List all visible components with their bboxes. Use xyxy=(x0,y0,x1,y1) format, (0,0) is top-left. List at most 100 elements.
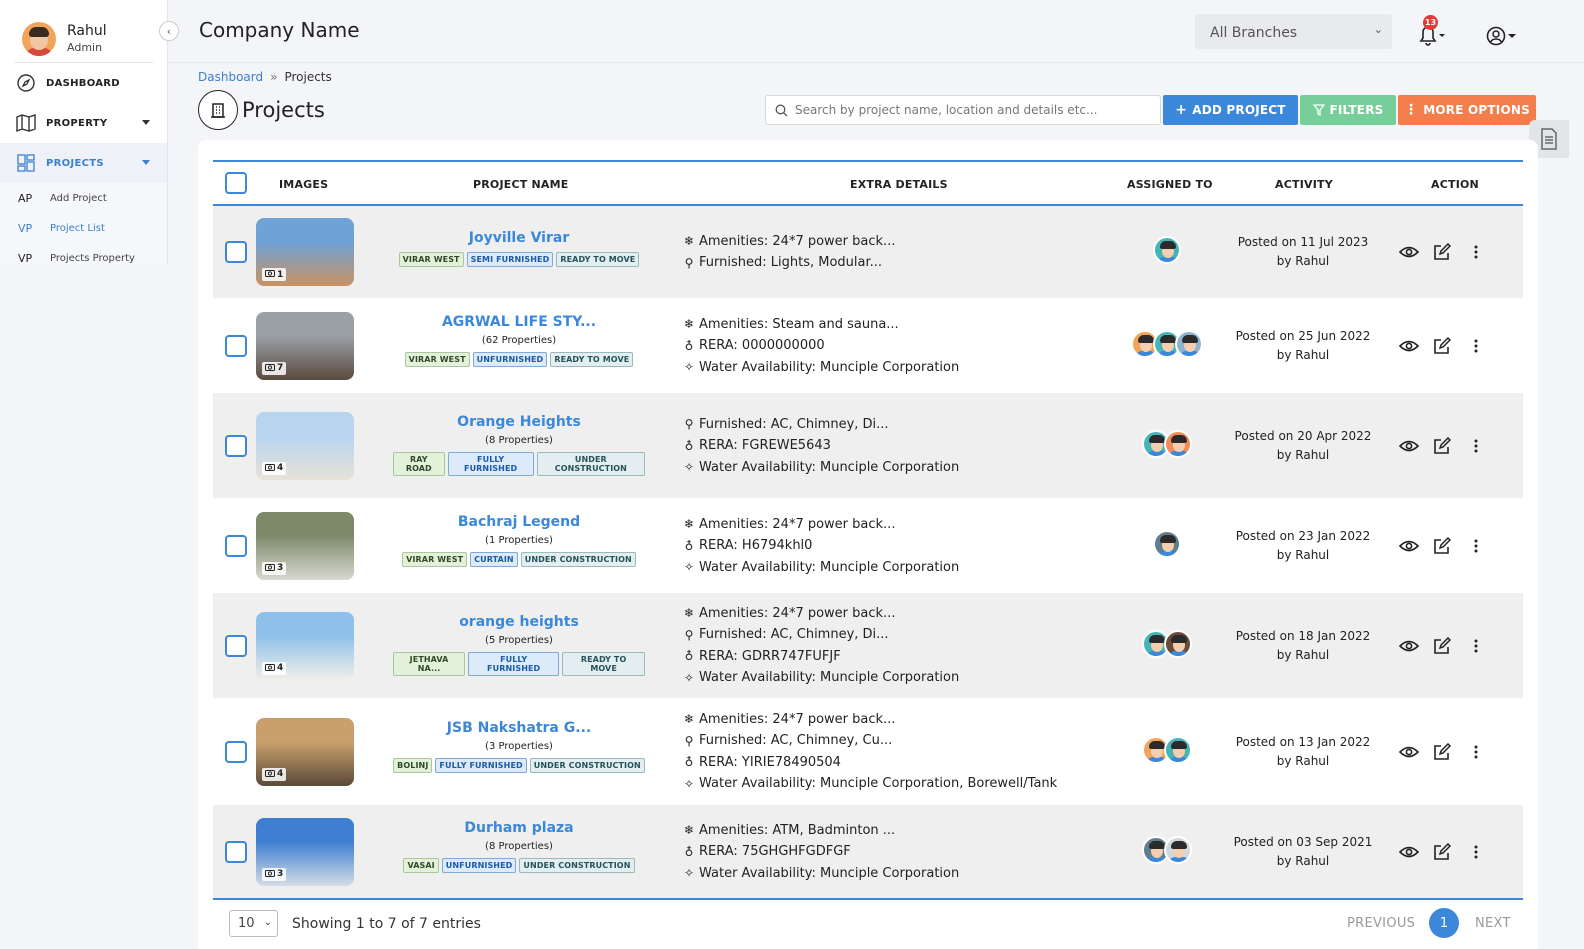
add-project-button[interactable]: + ADD PROJECT xyxy=(1163,95,1298,125)
avatar[interactable] xyxy=(1175,329,1203,358)
column-header-images: IMAGES xyxy=(279,178,329,191)
assigned-avatars xyxy=(1128,735,1206,764)
project-name-link[interactable]: Joyville Virar xyxy=(393,230,645,246)
detail-text: Water Availability: Munciple Corporation xyxy=(699,359,960,375)
project-name-link[interactable]: Bachraj Legend xyxy=(393,514,645,530)
camera-icon xyxy=(265,869,275,880)
snowflake-icon: ❄ xyxy=(683,517,695,531)
project-name-link[interactable]: orange heights xyxy=(393,614,645,630)
detail-line: ✧ Water Availability: Munciple Corporatio… xyxy=(681,667,959,689)
avatar[interactable] xyxy=(1164,735,1192,764)
project-name-link[interactable]: AGRWAL LIFE STY... xyxy=(393,314,645,330)
row-checkbox[interactable] xyxy=(225,840,247,863)
detail-line: ♁ RERA: 0000000000 xyxy=(681,335,959,357)
project-name-cell: Orange Heights (8 Properties) RAY ROAD FULL… xyxy=(393,414,646,476)
detail-text: RERA: YIRIE78490504 xyxy=(699,754,841,770)
avatar[interactable] xyxy=(1164,429,1192,458)
avatar[interactable] xyxy=(1164,835,1192,864)
submenu-add-project[interactable]: AP Add Project xyxy=(0,183,167,213)
row-actions xyxy=(1399,535,1499,557)
sparkle-icon: ✧ xyxy=(683,776,695,791)
edit-button[interactable] xyxy=(1432,535,1452,557)
row-checkbox[interactable] xyxy=(225,241,247,263)
view-button[interactable] xyxy=(1399,841,1420,863)
award-icon: ♁ xyxy=(684,338,694,353)
edit-icon xyxy=(1433,243,1452,261)
row-checkbox[interactable] xyxy=(225,534,247,557)
photo-count: 1 xyxy=(262,268,287,281)
table-row: 1 Joyville Virar VIRAR WEST SEMI FURNISHED R… xyxy=(213,206,1523,298)
sidebar-item-dashboard[interactable]: DASHBOARD xyxy=(0,63,167,103)
view-button[interactable] xyxy=(1399,635,1420,657)
submenu-projects-property[interactable]: VP Projects Property xyxy=(0,243,167,265)
search-input[interactable] xyxy=(795,103,1155,117)
more-actions-button[interactable] xyxy=(1466,335,1486,357)
breadcrumb-dashboard-link[interactable]: Dashboard xyxy=(198,70,263,84)
assigned-avatars xyxy=(1128,529,1206,558)
project-thumbnail[interactable]: 1 xyxy=(256,218,354,286)
view-button[interactable] xyxy=(1399,535,1420,557)
project-thumbnail[interactable]: 4 xyxy=(256,611,354,680)
sidebar-item-projects[interactable]: PROJECTS xyxy=(0,143,167,183)
more-actions-button[interactable] xyxy=(1466,435,1486,457)
submenu-abbr: AP xyxy=(18,191,33,205)
sidebar-collapse-button[interactable]: ‹ xyxy=(159,21,179,41)
view-button[interactable] xyxy=(1399,435,1420,457)
search-box[interactable] xyxy=(765,95,1161,125)
select-all-checkbox[interactable] xyxy=(225,172,247,194)
previous-page-button[interactable]: PREVIOUS xyxy=(1347,916,1415,931)
column-header-assigned-to: ASSIGNED TO xyxy=(1127,178,1213,191)
project-thumbnail[interactable]: 3 xyxy=(256,817,354,886)
detail-text: Amenities: 24*7 power back... xyxy=(699,605,896,621)
more-actions-button[interactable] xyxy=(1466,741,1486,763)
view-button[interactable] xyxy=(1399,241,1420,263)
filters-button[interactable]: FILTERS xyxy=(1300,95,1396,125)
row-checkbox[interactable] xyxy=(225,634,247,657)
detail-line: ♁ RERA: GDRR747FUFJF xyxy=(681,646,959,668)
next-page-button[interactable]: NEXT xyxy=(1475,916,1511,931)
row-checkbox[interactable] xyxy=(225,434,247,457)
edit-button[interactable] xyxy=(1432,335,1452,357)
project-name-cell: Durham plaza (8 Properties) VASAI UNFURNISH… xyxy=(393,820,645,873)
column-header-action: ACTION xyxy=(1431,178,1479,191)
page-1-button[interactable]: 1 xyxy=(1429,908,1459,938)
project-name-link[interactable]: Orange Heights xyxy=(393,414,645,430)
project-name-link[interactable]: JSB Nakshatra G... xyxy=(393,720,645,736)
more-actions-button[interactable] xyxy=(1466,535,1486,557)
project-name-link[interactable]: Durham plaza xyxy=(393,820,645,836)
detail-line: ❄ Amenities: 24*7 power back... xyxy=(681,513,959,535)
award-icon: ♁ xyxy=(684,844,694,859)
sidebar-item-property[interactable]: PROPERTY xyxy=(0,103,167,143)
avatar[interactable] xyxy=(1164,629,1192,658)
edit-button[interactable] xyxy=(1432,841,1452,863)
edit-button[interactable] xyxy=(1432,741,1452,763)
user-profile[interactable]: Rahul Admin xyxy=(0,0,167,62)
submenu-project-list[interactable]: VP Project List xyxy=(0,213,167,243)
per-page-select[interactable]: 10 ⌄ xyxy=(229,910,278,937)
more-actions-button[interactable] xyxy=(1466,241,1486,263)
project-thumbnail[interactable]: 3 xyxy=(256,511,354,580)
detail-text: RERA: GDRR747FUFJF xyxy=(699,648,841,664)
edit-button[interactable] xyxy=(1432,241,1452,263)
project-thumbnail[interactable]: 7 xyxy=(256,311,354,380)
avatar[interactable] xyxy=(1153,529,1181,558)
more-vertical-icon xyxy=(1474,439,1478,453)
caret-down-icon xyxy=(142,120,150,125)
detail-text: Amenities: 24*7 power back... xyxy=(699,516,896,532)
tag-badge: FULLY FURNISHED xyxy=(468,651,560,676)
project-thumbnail[interactable]: 4 xyxy=(256,411,354,480)
sidebar-item-label: DASHBOARD xyxy=(46,77,120,89)
row-checkbox[interactable] xyxy=(225,334,247,357)
more-actions-button[interactable] xyxy=(1466,635,1486,657)
view-button[interactable] xyxy=(1399,741,1420,763)
profile-menu-button[interactable] xyxy=(1485,25,1519,47)
more-options-button[interactable]: ⋮ MORE OPTIONS xyxy=(1398,95,1536,125)
row-checkbox[interactable] xyxy=(225,740,247,763)
more-actions-button[interactable] xyxy=(1466,841,1486,863)
edit-button[interactable] xyxy=(1432,635,1452,657)
avatar[interactable] xyxy=(1153,236,1181,264)
project-thumbnail[interactable]: 4 xyxy=(256,717,354,786)
branch-select[interactable]: All Branches ⌄ xyxy=(1195,14,1392,49)
edit-button[interactable] xyxy=(1432,435,1452,457)
view-button[interactable] xyxy=(1399,335,1420,357)
